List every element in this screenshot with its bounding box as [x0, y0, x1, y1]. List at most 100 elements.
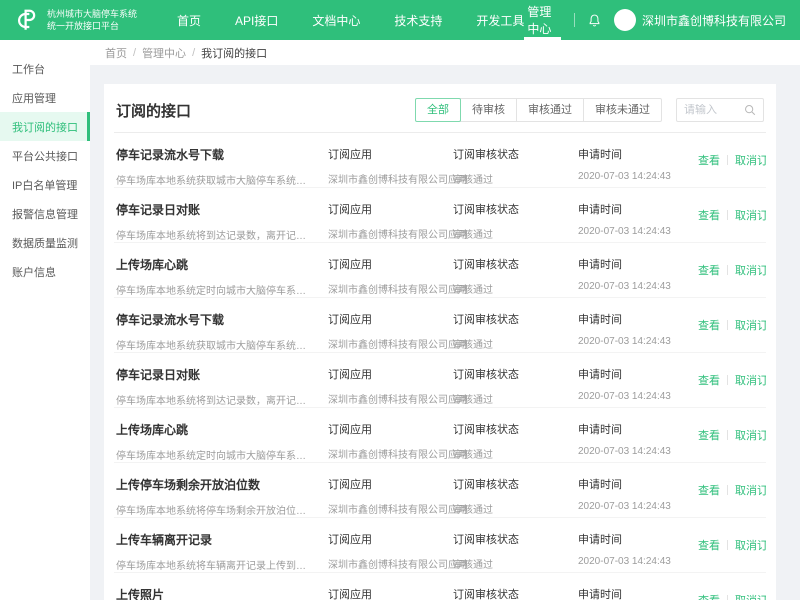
company-name[interactable]: 深圳市鑫创博科技有限公司: [642, 12, 786, 29]
action-divider: [727, 430, 728, 440]
cancel-subscription-link[interactable]: 取消订阅: [735, 372, 766, 388]
nav-docs[interactable]: 文档中心: [312, 12, 360, 29]
search-box: [676, 98, 764, 122]
interface-description: 停车场库本地系统将到达记录数，离开记录数，图片记录数和账单记录...: [116, 227, 328, 242]
interface-description: 停车场库本地系统将车辆离开记录上传到城市大脑停车系统。调用周期...: [116, 557, 328, 572]
interface-cell: 上传场库心跳 停车场库本地系统定时向城市大脑停车系统上传心跳，①获取服务器基..…: [116, 421, 328, 462]
time-label: 申请时间: [578, 146, 698, 162]
time-cell: 申请时间 2020-07-03 14:24:43: [578, 311, 698, 352]
cancel-subscription-link[interactable]: 取消订阅: [735, 427, 766, 443]
view-link[interactable]: 查看: [698, 207, 720, 223]
interface-title[interactable]: 上传停车场剩余开放泊位数: [116, 476, 328, 493]
nav-home[interactable]: 首页: [177, 12, 201, 29]
view-link[interactable]: 查看: [698, 372, 720, 388]
nav-api[interactable]: API接口: [235, 12, 278, 29]
app-cell: 订阅应用 深圳市鑫创博科技有限公司应用: [328, 476, 453, 517]
status-cell: 订阅审核状态 审核通过: [453, 531, 578, 572]
interface-title[interactable]: 上传场库心跳: [116, 256, 328, 273]
interface-description: 停车场库本地系统获取城市大脑停车系统已上传成功的场库停车记录流...: [116, 337, 328, 352]
interface-title[interactable]: 上传场库心跳: [116, 421, 328, 438]
actions-cell: 查看 取消订阅: [698, 243, 766, 297]
status-cell: 订阅审核状态 审核通过: [453, 366, 578, 407]
time-cell: 申请时间 2020-07-03 14:24:43: [578, 256, 698, 297]
action-divider: [727, 210, 728, 220]
view-link[interactable]: 查看: [698, 317, 720, 333]
filter-pending-button[interactable]: 待审核: [460, 98, 517, 122]
interface-title[interactable]: 停车记录日对账: [116, 366, 328, 383]
sidebar-item-alarm-info[interactable]: 报警信息管理: [0, 199, 90, 228]
status-label: 订阅审核状态: [453, 256, 578, 272]
view-link[interactable]: 查看: [698, 592, 720, 600]
sidebar-item-workbench[interactable]: 工作台: [0, 54, 90, 83]
interface-cell: 停车记录日对账 停车场库本地系统将到达记录数，离开记录数，图片记录数和账单记录.…: [116, 201, 328, 242]
time-label: 申请时间: [578, 256, 698, 272]
search-icon[interactable]: [744, 104, 756, 116]
status-label: 订阅审核状态: [453, 146, 578, 162]
sidebar-item-ip-whitelist[interactable]: IP白名单管理: [0, 170, 90, 199]
interface-title[interactable]: 上传照片: [116, 586, 328, 600]
interface-title[interactable]: 上传车辆离开记录: [116, 531, 328, 548]
time-value: 2020-07-03 14:24:43: [578, 171, 698, 182]
app-value: 深圳市鑫创博科技有限公司应用: [328, 281, 453, 296]
interface-title[interactable]: 停车记录流水号下载: [116, 146, 328, 163]
header-right: 管理中心 深圳市鑫创博科技有限公司: [524, 0, 786, 40]
nav-admin-center[interactable]: 管理中心: [524, 0, 561, 40]
cancel-subscription-link[interactable]: 取消订阅: [735, 537, 766, 553]
sidebar-item-my-subscribed-interfaces[interactable]: 我订阅的接口: [0, 112, 90, 141]
breadcrumb-home[interactable]: 首页: [105, 45, 127, 61]
view-link[interactable]: 查看: [698, 262, 720, 278]
brand-title-line1: 杭州城市大脑停车系统: [47, 8, 137, 20]
status-label: 订阅审核状态: [453, 421, 578, 437]
interface-title[interactable]: 停车记录流水号下载: [116, 311, 328, 328]
sidebar-item-data-quality[interactable]: 数据质量监测: [0, 228, 90, 257]
action-divider: [727, 485, 728, 495]
cancel-subscription-link[interactable]: 取消订阅: [735, 207, 766, 223]
brand-title: 杭州城市大脑停车系统 统一开放接口平台: [47, 8, 137, 32]
nav-support[interactable]: 技术支持: [394, 12, 442, 29]
app-value: 深圳市鑫创博科技有限公司应用: [328, 226, 453, 241]
filter-approved-button[interactable]: 审核通过: [516, 98, 584, 122]
cancel-subscription-link[interactable]: 取消订阅: [735, 482, 766, 498]
status-value: 审核通过: [453, 446, 578, 461]
action-divider: [727, 320, 728, 330]
breadcrumb-admin-center[interactable]: 管理中心: [142, 45, 186, 61]
app-cell: 订阅应用 深圳市鑫创博科技有限公司应用: [328, 366, 453, 407]
list-item: 上传照片 订阅应用 深圳市鑫创博科技有限公司应用 订阅审核状态 审核通过 申请时…: [114, 573, 766, 600]
interface-cell: 停车记录日对账 停车场库本地系统将到达记录数，离开记录数，图片记录数和账单记录.…: [116, 366, 328, 407]
view-link[interactable]: 查看: [698, 152, 720, 168]
status-cell: 订阅审核状态 审核通过: [453, 256, 578, 297]
list-item: 上传场库心跳 停车场库本地系统定时向城市大脑停车系统上传心跳，①获取服务器基..…: [114, 243, 766, 298]
sidebar-item-app-management[interactable]: 应用管理: [0, 83, 90, 112]
view-link[interactable]: 查看: [698, 482, 720, 498]
status-label: 订阅审核状态: [453, 366, 578, 382]
search-input[interactable]: [684, 104, 744, 116]
sidebar-item-account-info[interactable]: 账户信息: [0, 257, 90, 286]
actions-cell: 查看 取消订阅: [698, 353, 766, 407]
time-label: 申请时间: [578, 311, 698, 327]
cancel-subscription-link[interactable]: 取消订阅: [735, 262, 766, 278]
app-label: 订阅应用: [328, 201, 453, 217]
brand-title-line2: 统一开放接口平台: [47, 20, 137, 32]
list-item: 停车记录日对账 停车场库本地系统将到达记录数，离开记录数，图片记录数和账单记录.…: [114, 188, 766, 243]
breadcrumb-current: 我订阅的接口: [201, 45, 267, 61]
cancel-subscription-link[interactable]: 取消订阅: [735, 317, 766, 333]
actions-cell: 查看 取消订阅: [698, 408, 766, 462]
user-avatar[interactable]: [614, 9, 636, 31]
view-link[interactable]: 查看: [698, 427, 720, 443]
interface-description: 停车场库本地系统将到达记录数，离开记录数，图片记录数和账单记录...: [116, 392, 328, 407]
app-label: 订阅应用: [328, 256, 453, 272]
filter-all-button[interactable]: 全部: [415, 98, 461, 122]
view-link[interactable]: 查看: [698, 537, 720, 553]
interface-list: 停车记录流水号下载 停车场库本地系统获取城市大脑停车系统已上传成功的场库停车记录…: [114, 133, 766, 600]
app-value: 深圳市鑫创博科技有限公司应用: [328, 391, 453, 406]
filter-rejected-button[interactable]: 审核未通过: [583, 98, 662, 122]
interface-title[interactable]: 停车记录日对账: [116, 201, 328, 218]
list-item: 上传停车场剩余开放泊位数 停车场库本地系统将停车场剩余开放泊位数上传到城市大脑停…: [114, 463, 766, 518]
cancel-subscription-link[interactable]: 取消订阅: [735, 592, 766, 600]
cancel-subscription-link[interactable]: 取消订阅: [735, 152, 766, 168]
time-label: 申请时间: [578, 201, 698, 217]
interface-description: 停车场库本地系统定时向城市大脑停车系统上传心跳，①获取服务器基...: [116, 447, 328, 462]
notification-bell-icon[interactable]: [588, 13, 601, 28]
sidebar-item-public-interfaces[interactable]: 平台公共接口: [0, 141, 90, 170]
nav-devtools[interactable]: 开发工具: [476, 12, 524, 29]
